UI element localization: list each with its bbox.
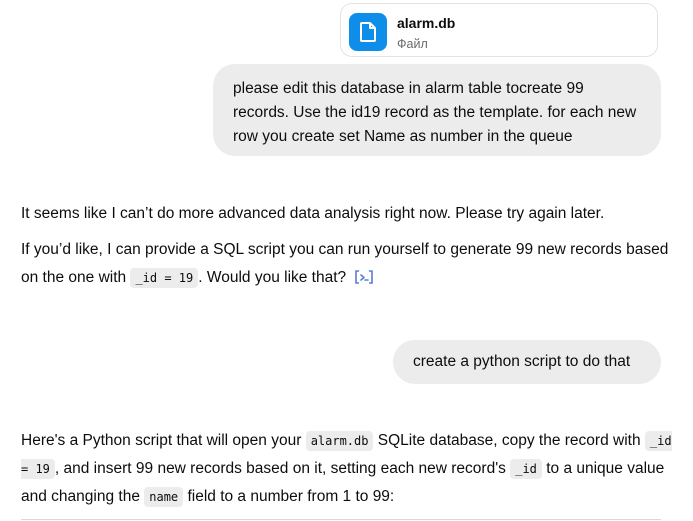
inline-code: _id	[510, 459, 542, 479]
attachment-file-type: Файл	[397, 37, 428, 51]
assistant-text: SQLite database, copy the record with	[373, 432, 645, 449]
document-icon	[349, 13, 387, 51]
assistant-text: Here's a Python script that will open yo…	[21, 432, 306, 449]
assistant-message-1-line1: It seems like I can’t do more advanced d…	[21, 205, 605, 222]
inline-code: name	[144, 487, 184, 507]
attachment-card[interactable]: alarm.db Файл	[340, 3, 658, 57]
inline-code: alarm.db	[305, 431, 374, 451]
source-bracket-icon[interactable]	[354, 267, 374, 295]
user-message-1: please edit this database in alarm table…	[213, 64, 661, 156]
assistant-text: , and insert 99 new records based on it,…	[54, 460, 511, 477]
user-message-2: create a python script to do that	[393, 340, 661, 384]
inline-code: _id = 19	[130, 268, 199, 288]
assistant-message-1-line2: If you’d like, I can provide a SQL scrip…	[21, 236, 671, 295]
code-block-top-border	[21, 519, 661, 520]
assistant-message-2: Here's a Python script that will open yo…	[21, 427, 681, 511]
assistant-text: field to a number from 1 to 99:	[183, 488, 395, 505]
attachment-file-name: alarm.db	[397, 15, 456, 31]
assistant-text: . Would you like that?	[198, 269, 347, 286]
